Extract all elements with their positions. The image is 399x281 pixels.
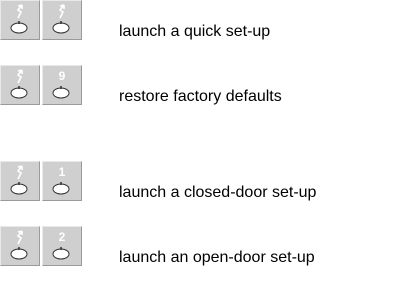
instruction-description: launch an open-door set-up bbox=[119, 249, 315, 266]
instruction-description: launch a quick set-up bbox=[119, 23, 271, 40]
key-digit: 9 bbox=[59, 69, 66, 83]
arrow-key-button bbox=[0, 226, 40, 266]
arrow-key-button bbox=[0, 65, 40, 105]
instruction-description: restore factory defaults bbox=[119, 88, 282, 105]
arrow-key-button bbox=[42, 0, 82, 40]
knob-with-arrow-icon bbox=[10, 69, 28, 99]
instruction-row-restore-defaults: 9 restore factory defaults bbox=[0, 65, 399, 105]
instruction-description: launch a closed-door set-up bbox=[119, 184, 317, 201]
knob-with-digit-icon: 9 bbox=[52, 69, 70, 99]
knob-with-arrow-icon bbox=[52, 4, 70, 34]
knob-with-arrow-icon bbox=[10, 165, 28, 195]
key-digit: 1 bbox=[59, 165, 66, 179]
digit-key-button: 9 bbox=[42, 65, 82, 105]
knob-with-arrow-icon bbox=[10, 4, 28, 34]
knob-with-arrow-icon bbox=[10, 230, 28, 260]
arrow-key-button bbox=[0, 161, 40, 201]
digit-key-button: 1 bbox=[42, 161, 82, 201]
instruction-row-closed-door-setup: 1 launch a closed-door set-up bbox=[0, 161, 399, 201]
knob-with-digit-icon: 2 bbox=[52, 230, 70, 260]
digit-key-button: 2 bbox=[42, 226, 82, 266]
arrow-key-button bbox=[0, 0, 40, 40]
knob-with-digit-icon: 1 bbox=[52, 165, 70, 195]
instruction-row-quick-setup: launch a quick set-up bbox=[0, 0, 399, 40]
instruction-row-open-door-setup: 2 launch an open-door set-up bbox=[0, 226, 399, 266]
key-digit: 2 bbox=[59, 230, 66, 244]
